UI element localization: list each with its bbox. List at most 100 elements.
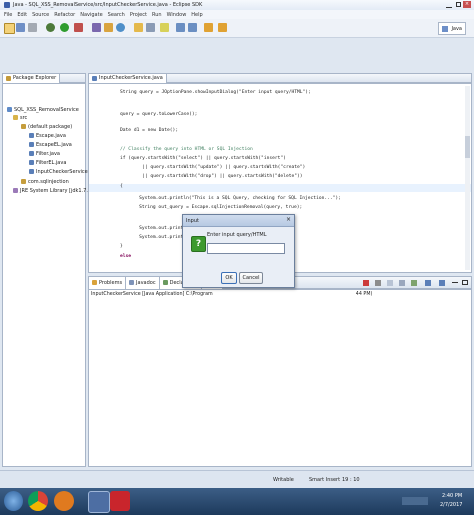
menu-project[interactable]: Project (130, 12, 147, 18)
tab-package-explorer[interactable]: Package Explorer (3, 73, 61, 83)
tree-item-label: Filter.java (36, 150, 60, 157)
search-icon[interactable] (146, 23, 155, 32)
menu-search[interactable]: Search (108, 12, 125, 18)
eclipse-icon (4, 2, 10, 8)
run-icon[interactable] (60, 23, 69, 32)
close-button[interactable]: × (463, 1, 471, 8)
media-player-icon[interactable] (54, 491, 74, 511)
java-perspective-button[interactable]: Java (438, 22, 466, 35)
console-header-text: InputCheckerService [Java Application] C… (91, 292, 213, 297)
display-console-icon[interactable] (425, 280, 431, 286)
java-file-icon (29, 133, 34, 138)
menu-file[interactable]: File (4, 12, 12, 18)
toggle-mark-icon[interactable] (160, 23, 169, 32)
chrome-icon[interactable] (28, 491, 48, 511)
maximize-button[interactable] (456, 2, 461, 7)
scroll-lock-icon[interactable] (399, 280, 405, 286)
code-line-11: { (120, 184, 123, 189)
start-button[interactable] (4, 491, 23, 511)
tree-item-label: FilterEL.java (36, 159, 67, 166)
tab-label: Package Explorer (13, 75, 57, 81)
tree-item-default-package[interactable]: (default package) (21, 123, 72, 130)
tab-inputcheckerservice[interactable]: InputCheckerService.java (89, 73, 167, 83)
new-icon[interactable] (4, 23, 15, 34)
eclipse-taskbar-icon[interactable] (88, 491, 110, 513)
code-line-18: else (120, 254, 132, 259)
menu-window[interactable]: Window (167, 12, 187, 18)
tree-item-project[interactable]: SQL_XSS_RemovalService (7, 106, 79, 113)
print-icon[interactable] (28, 23, 37, 32)
tray-icons (402, 497, 428, 505)
console-pane[interactable]: InputCheckerService [Java Application] C… (88, 289, 472, 467)
terminate-icon[interactable] (363, 280, 369, 286)
clear-console-icon[interactable] (387, 280, 393, 286)
menu-source[interactable]: Source (32, 12, 49, 18)
status-bar: Writable Smart Insert 19 : 10 (0, 470, 474, 489)
back-icon[interactable] (204, 23, 213, 32)
external-tools-icon[interactable] (74, 23, 83, 32)
dialog-prompt: Enter input query/HTML (207, 232, 267, 238)
open-type-icon[interactable] (134, 23, 143, 32)
source-folder-icon (13, 115, 18, 120)
declaration-icon (162, 280, 168, 285)
library-icon (13, 188, 18, 193)
dialog-input-field[interactable] (207, 243, 285, 254)
tab-javadoc[interactable]: Javadoc (126, 276, 160, 289)
open-console-icon[interactable] (439, 280, 445, 286)
editor-tab-bar: InputCheckerService.java (88, 73, 472, 83)
tab-label: Problems (99, 279, 123, 286)
tab-problems[interactable]: Problems (89, 276, 127, 289)
editor-scrollbar[interactable] (465, 86, 470, 270)
window-title: Java - SQL_XSS_RemovalService/src/InputC… (13, 2, 203, 8)
project-icon (7, 107, 12, 112)
next-annotation-icon[interactable] (176, 23, 185, 32)
cancel-button[interactable]: Cancel (239, 272, 263, 284)
tree-item-label: (default package) (28, 123, 73, 130)
menu-run[interactable]: Run (152, 12, 162, 18)
new-class-icon[interactable] (116, 23, 125, 32)
tree-item-label: EscapeEL.java (36, 141, 72, 148)
explorer-tab-bar: Package Explorer (2, 73, 86, 83)
tree-item-src[interactable]: src (13, 114, 27, 121)
tree-item-label: Escape.java (36, 132, 66, 139)
tree-item-escapeel[interactable]: EscapeEL.java (29, 141, 72, 148)
tree-item-filterel[interactable]: FilterEL.java (29, 159, 66, 166)
menu-edit[interactable]: Edit (17, 12, 27, 18)
pin-console-icon[interactable] (411, 280, 417, 286)
menu-help[interactable]: Help (191, 12, 202, 18)
tab-label: InputCheckerService.java (99, 75, 163, 81)
tree-item-label: SQL_XSS_RemovalService (14, 106, 79, 113)
tree-item-com-sqlinjection[interactable]: com.sqlinjection (21, 178, 69, 185)
previous-annotation-icon[interactable] (188, 23, 197, 32)
tree-item-filter[interactable]: Filter.java (29, 150, 60, 157)
windows-taskbar: 2:40 PM 2/7/2017 (0, 488, 474, 515)
ok-button[interactable]: OK (221, 272, 237, 284)
remove-launch-icon[interactable] (375, 280, 381, 286)
code-line-8: if (query.startsWith("select") || query.… (120, 156, 286, 161)
menu-refactor[interactable]: Refactor (54, 12, 75, 18)
minimize-button[interactable] (446, 2, 452, 8)
input-dialog: Input × ? Enter input query/HTML OK Canc… (182, 214, 295, 288)
tool-bar: Java (0, 19, 474, 38)
editor-scroll-thumb[interactable] (465, 136, 470, 158)
package-explorer-icon (6, 75, 11, 81)
new-package-icon[interactable] (104, 23, 113, 32)
save-icon[interactable] (16, 23, 25, 32)
package-icon (21, 124, 26, 129)
status-insert-mode: Smart Insert (309, 477, 341, 483)
problems-icon (92, 280, 97, 285)
maximize-view-icon[interactable] (462, 280, 468, 285)
dialog-close-button[interactable]: × (286, 216, 291, 223)
tab-label: Javadoc (136, 279, 156, 286)
java-file-icon (29, 160, 34, 165)
forward-icon[interactable] (218, 23, 227, 32)
clock-time: 2:40 PM (442, 493, 463, 499)
minimize-view-icon[interactable] (452, 282, 458, 283)
new-java-project-icon[interactable] (92, 23, 101, 32)
tree-item-escape[interactable]: Escape.java (29, 132, 66, 139)
debug-icon[interactable] (46, 23, 55, 32)
menu-navigate[interactable]: Navigate (80, 12, 102, 18)
code-line-17: } (120, 244, 123, 249)
pdf-reader-icon[interactable] (110, 491, 130, 511)
code-line-13: String out_query = Escape.sqlInjectionRe… (128, 205, 303, 210)
